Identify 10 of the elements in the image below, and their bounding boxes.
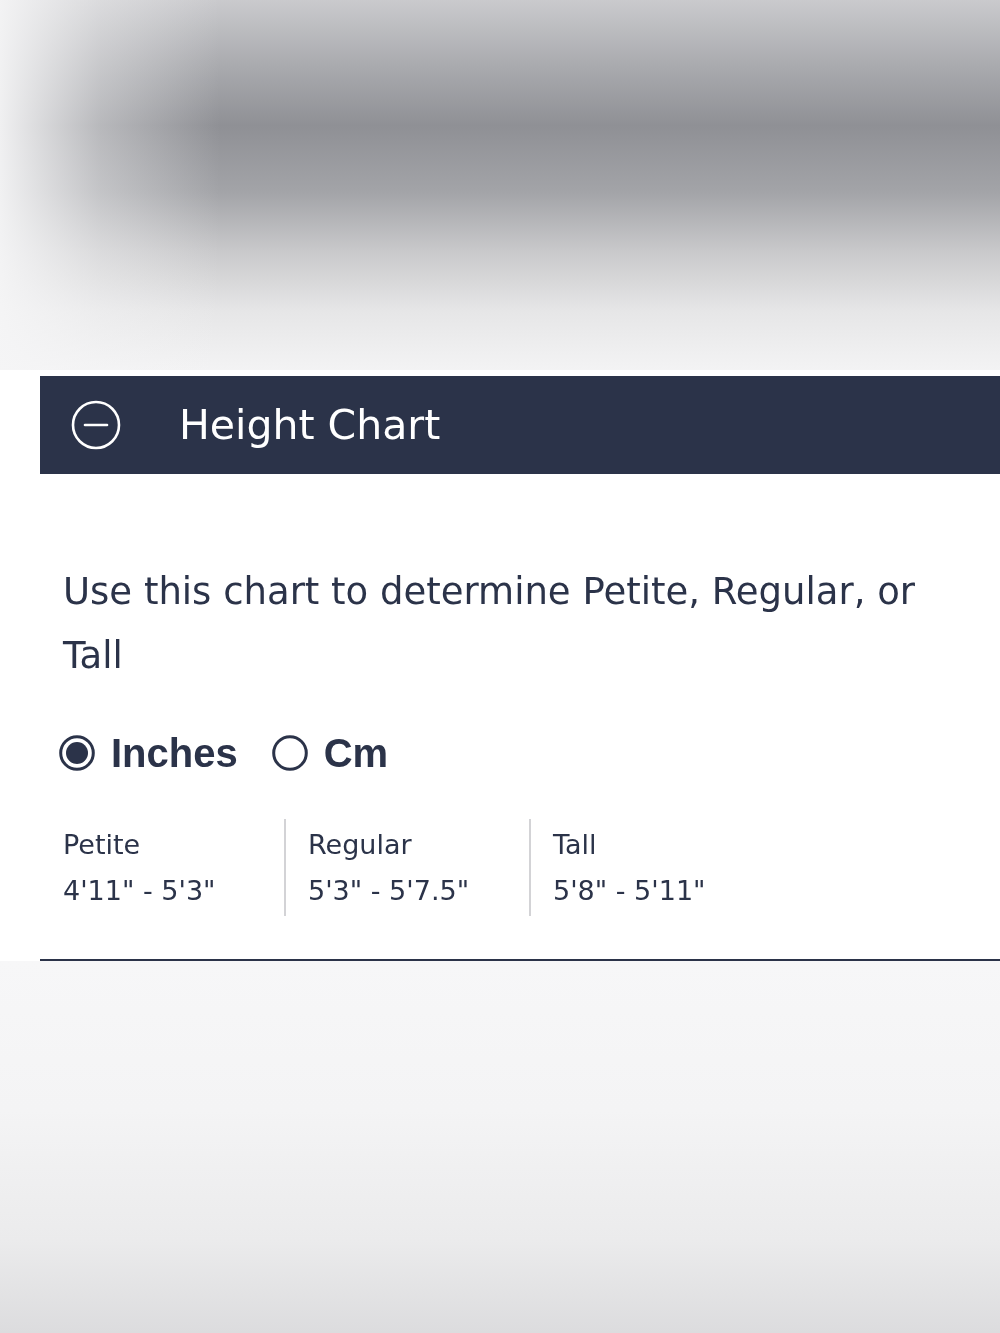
size-range: 4'11" - 5'3" (63, 873, 216, 908)
accordion-header[interactable]: Height Chart (40, 376, 1000, 474)
unit-radio[interactable]: Inches (59, 730, 238, 776)
size-name: Regular (308, 827, 412, 862)
description-text: Use this chart to determine Petite, Regular, or Tall (63, 569, 916, 679)
size-range: 5'3" - 5'7.5" (308, 873, 470, 908)
size-name: Petite (63, 827, 141, 862)
size-range: 5'8" - 5'11" (553, 873, 706, 908)
size-name: Tall (553, 827, 597, 862)
unit-radio[interactable]: Cm (271, 730, 389, 776)
